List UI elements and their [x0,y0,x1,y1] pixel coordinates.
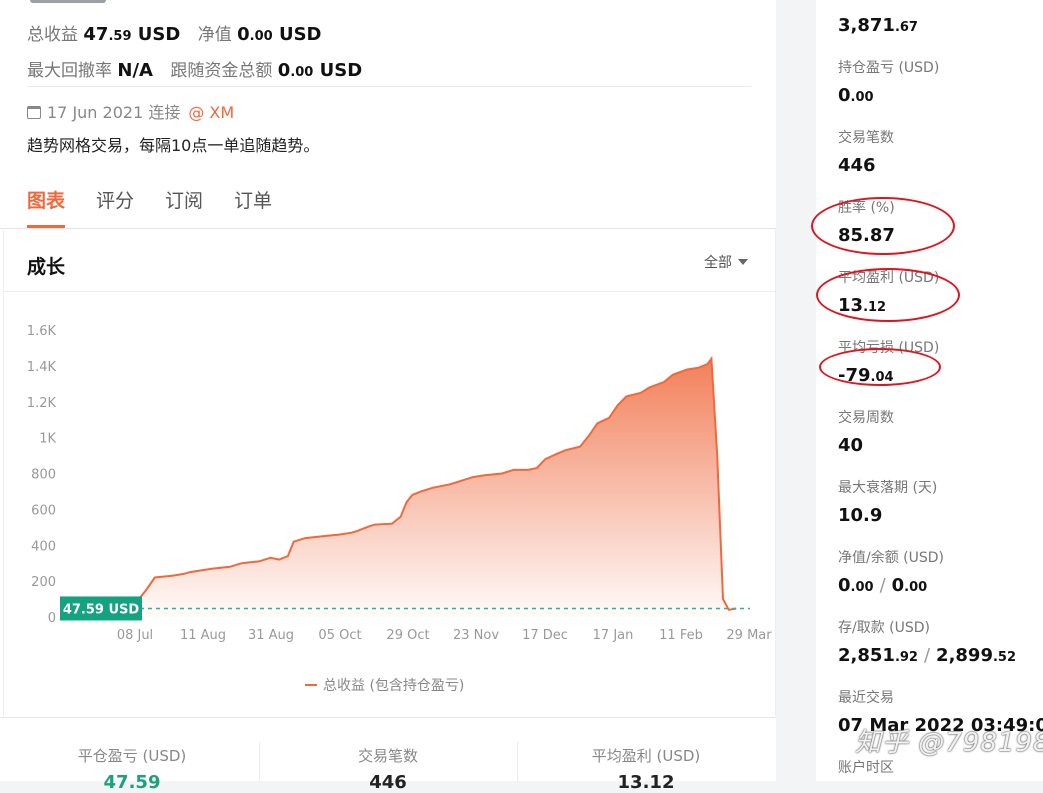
profit-equity-line: 总收益 47.59 USD 净值 0.00 USD [27,20,322,45]
max-drawdown-label: 最大回撤率 [27,61,112,81]
tab-bar: 图表 评分 订阅 订单 [27,186,272,230]
annotation-ellipse [816,268,960,322]
side-stat-label: 存/取款 (USD) [838,620,931,636]
bottom-stat-label: 交易笔数 [357,747,418,765]
side-stat-value: 446 [838,155,876,176]
stat-divider [517,742,518,782]
x-tick-label: 11 Aug [180,628,226,643]
y-tick-label: 0 [48,611,56,626]
range-dropdown[interactable]: 全部 [704,252,748,272]
y-tick-label: 200 [31,575,56,590]
y-axis: 0 200 400 600 800 1K 1.2K 1.4K 1.6K [27,324,57,626]
side-stat-label: 持仓盈亏 (USD) [838,60,940,76]
growth-chart: 0 200 400 600 800 1K 1.2K 1.4K 1.6K 08 Jul 11 Aug… [27,324,772,643]
annotation-ellipse [819,348,941,386]
side-stat-label: 交易笔数 [838,130,894,146]
stat-divider [259,742,260,782]
divider [27,86,751,87]
x-tick-label: 31 Aug [248,628,294,643]
side-stat-label: 最大衰落期 (天) [838,480,938,496]
bottom-stat-avg-profit: 平均盈利 (USD) 13.12 [531,745,761,793]
equity-value: 0.00 USD [237,24,322,45]
legend-label: 总收益 (包含持仓盈亏) [323,678,465,694]
strategy-description: 趋势网格交易，每隔10点一单追随趋势。 [27,136,320,155]
tab-divider [0,228,776,229]
bottom-stat-label: 平均盈利 (USD) [591,747,701,765]
tab-orders[interactable]: 订单 [234,186,272,228]
calendar-icon [27,106,41,119]
side-stat-value: 2,851.92/2,899.52 [838,645,1017,666]
chart-legend[interactable]: 总收益 (包含持仓盈亏) [305,675,464,695]
side-stat-label: 账户时区 [838,760,894,776]
bottom-stat-value: 47.59 [103,772,161,793]
side-stat-label: 净值/余额 (USD) [838,550,945,566]
caret-down-icon [738,259,748,265]
connection-info: 17 Jun 2021 连接 @ XM [27,99,234,123]
bottom-stat-value: 13.12 [617,772,675,793]
top-indicator [30,0,106,3]
x-tick-label: 11 Feb [659,628,703,643]
bottom-stat-trades: 交易笔数 446 [273,745,503,793]
y-tick-label: 800 [31,468,56,483]
legend-swatch [305,684,317,686]
follow-funds-label: 跟随资金总额 [170,61,273,81]
x-tick-label: 23 Nov [453,628,499,643]
range-dropdown-label: 全部 [704,255,732,271]
x-axis: 08 Jul 11 Aug 31 Aug 05 Oct 29 Oct 23 Nov 17 D… [117,628,772,643]
x-tick-label: 29 Mar [726,628,772,643]
card-header-divider [3,291,775,292]
x-tick-label: 17 Jan [593,628,634,643]
card-title: 成长 [27,256,66,278]
x-tick-label: 29 Oct [386,628,429,643]
baseline-tag-text: 47.59 USD [63,602,140,617]
y-tick-label: 400 [31,539,56,554]
baseline-value-tag: 47.59 USD [60,596,142,621]
broker-link[interactable]: @ XM [188,103,234,122]
y-tick-label: 1.4K [27,360,57,375]
connected-date: 17 Jun 2021 连接 [47,103,181,122]
side-stat-value: 0.00 [838,85,874,106]
side-stat-value: 0.00/0.00 [838,575,928,596]
bottom-divider [0,717,776,718]
y-tick-label: 1.2K [27,396,57,411]
bottom-stat-label: 平仓盈亏 (USD) [77,747,187,765]
y-tick-label: 600 [31,503,56,518]
side-stat-value: 40 [838,435,864,456]
side-stat-value: 10.9 [838,505,883,526]
x-tick-label: 08 Jul [117,628,153,643]
equity-label: 净值 [197,25,232,45]
annotation-ellipse [811,197,955,255]
tab-chart[interactable]: 图表 [27,186,66,228]
tab-rating[interactable]: 评分 [96,186,134,228]
growth-area [68,358,737,617]
y-tick-label: 1K [39,432,56,447]
tab-subscribe[interactable]: 订阅 [165,186,203,228]
side-stat-label: 最近交易 [838,690,894,706]
side-stat-balance-value: 3,871.67 [838,15,918,36]
x-tick-label: 05 Oct [318,628,361,643]
total-profit-label: 总收益 [27,25,78,45]
y-tick-label: 1.6K [27,324,57,339]
drawdown-follow-line: 最大回撤率 N/A 跟随资金总额 0.00 USD [27,56,362,81]
watermark: 知乎 @7981981 [855,728,1043,758]
max-drawdown-value: N/A [117,60,153,81]
total-profit-value: 47.59 USD [83,24,181,45]
bottom-stat-closed-pnl: 平仓盈亏 (USD) 47.59 [17,745,247,793]
bottom-stat-value: 446 [369,772,407,793]
x-tick-label: 17 Dec [522,628,568,643]
side-stat-label: 交易周数 [838,410,894,426]
follow-funds-value: 0.00 USD [277,60,363,81]
